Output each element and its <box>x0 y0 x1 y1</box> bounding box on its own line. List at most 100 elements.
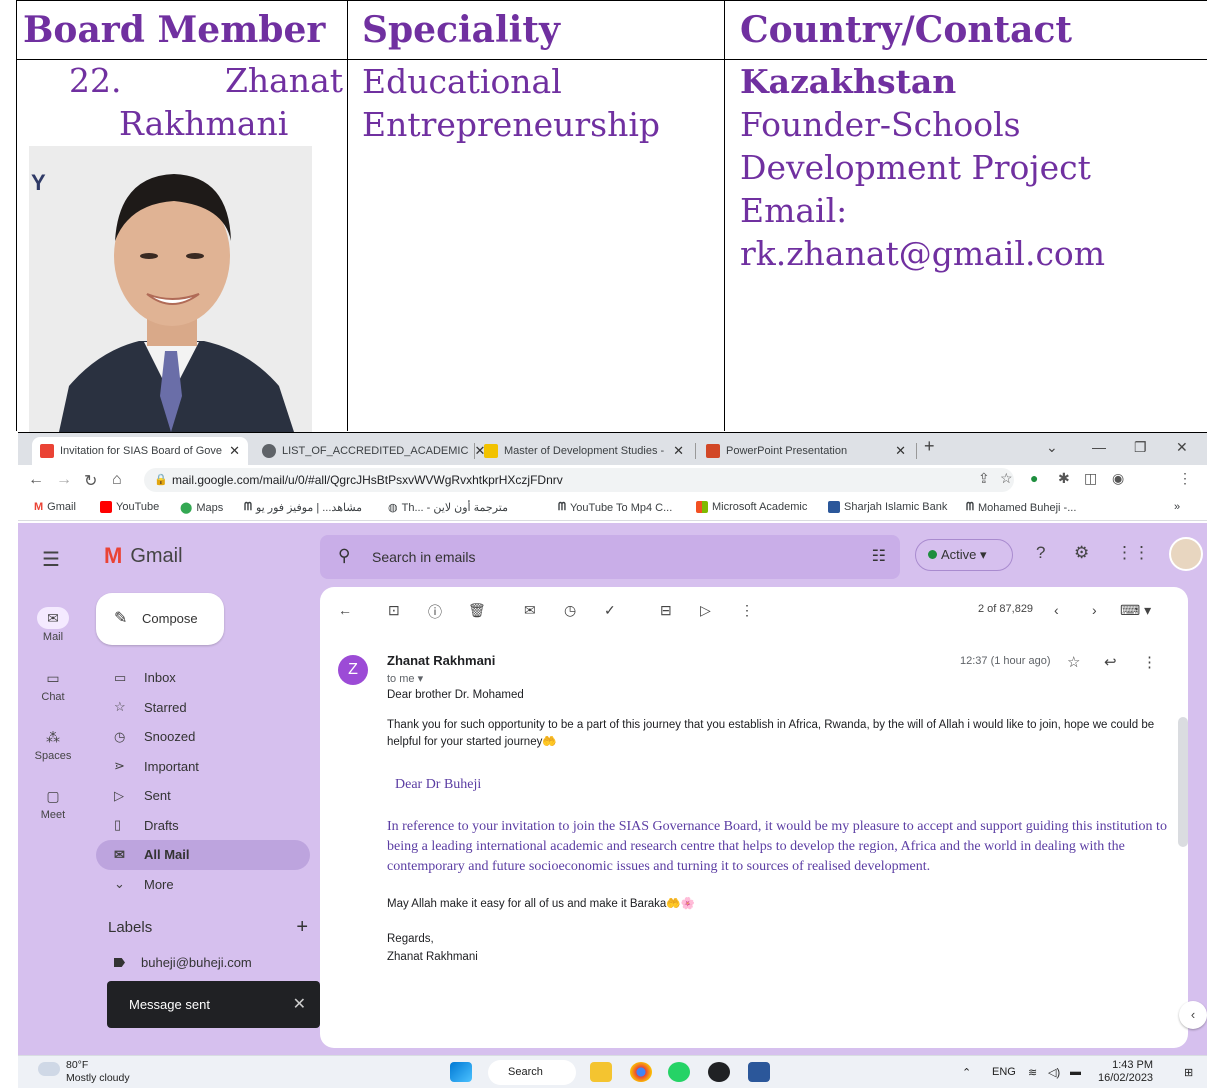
tab-gmail[interactable]: Invitation for SIAS Board of Gove ✕ <box>32 437 248 465</box>
nav-more[interactable]: ⌄ More <box>96 870 310 900</box>
add-label-icon[interactable]: + <box>296 916 308 939</box>
close-tab-icon[interactable]: ✕ <box>229 443 240 459</box>
back-arrow-icon[interactable]: ← <box>338 602 352 618</box>
battery-icon[interactable]: ▬ <box>1070 1066 1081 1078</box>
more-options-icon[interactable]: ⋮ <box>740 602 754 619</box>
recipient-details[interactable]: to me ▾ <box>387 672 423 685</box>
language-indicator[interactable]: ENG <box>992 1066 1016 1078</box>
rail-meet[interactable]: ▢ Meet <box>18 785 88 821</box>
bookmark-youtube[interactable]: YouTube <box>100 501 159 513</box>
extensions-icon[interactable]: ✱ <box>1058 470 1070 487</box>
volume-icon[interactable]: ◁) <box>1048 1066 1060 1079</box>
account-avatar[interactable] <box>1169 537 1203 571</box>
bookmark-mohamed-buheji[interactable]: ᗰ Mohamed Buheji -... <box>966 501 1076 514</box>
archive-icon[interactable]: ⊡ <box>388 602 400 619</box>
bookmark-maps[interactable]: ⬤ Maps <box>180 501 223 515</box>
label-buheji[interactable]: buheji@buheji.com <box>114 955 252 970</box>
clock[interactable]: 1:43 PM 16/02/2023 <box>1098 1059 1153 1085</box>
gmail-logo[interactable]: M Gmail <box>104 543 183 569</box>
report-spam-icon[interactable]: ⓘ <box>428 602 442 622</box>
file-explorer-icon[interactable] <box>590 1062 612 1082</box>
sender-avatar[interactable]: Z <box>338 655 368 685</box>
tab-accredited-list[interactable]: LIST_OF_ACCREDITED_ACADEMIC ✕ <box>254 437 485 465</box>
close-tab-icon[interactable]: ✕ <box>895 443 906 459</box>
add-task-icon[interactable]: ✓ <box>604 602 616 619</box>
apps-grid-icon[interactable]: ⋮⋮ <box>1116 543 1150 563</box>
maximize-button[interactable]: ❐ <box>1134 439 1147 456</box>
search-bar[interactable]: ⚲ Search in emails ☷ <box>320 535 900 579</box>
move-to-icon[interactable]: ⊟ <box>660 602 672 619</box>
chrome-icon[interactable] <box>630 1062 652 1082</box>
compose-button[interactable]: ✎ Compose <box>96 593 224 645</box>
bookmarks-overflow[interactable]: » <box>1174 501 1180 513</box>
media-player-icon[interactable] <box>708 1062 730 1082</box>
tab-master-development[interactable]: Master of Development Studies - ✕ <box>476 437 692 465</box>
rail-mail[interactable]: ✉ Mail <box>18 607 88 643</box>
status-selector[interactable]: Active ▾ <box>915 539 1013 571</box>
nav-drafts[interactable]: ▯ Drafts <box>96 811 310 841</box>
bookmark-star-icon[interactable]: ☆ <box>1000 470 1013 487</box>
label-icon[interactable]: ▷ <box>700 602 711 619</box>
url-field[interactable]: 🔒 mail.google.com/mail/u/0/#all/QgrcJHsB… <box>144 468 1014 492</box>
bookmark-youtube-mp4[interactable]: ᗰ YouTube To Mp4 C... <box>558 501 672 514</box>
nav-sent[interactable]: ▷ Sent <box>96 781 310 811</box>
reply-icon[interactable]: ↩ <box>1104 653 1117 671</box>
input-tools-icon[interactable]: ⌨ ▾ <box>1120 602 1151 619</box>
rail-chat[interactable]: ▭ Chat <box>18 667 88 703</box>
back-icon[interactable]: ← <box>28 471 44 489</box>
bookmark-sharjah-bank[interactable]: Sharjah Islamic Bank <box>828 501 947 513</box>
side-panel-icon[interactable]: ◫ <box>1084 470 1097 487</box>
share-icon[interactable]: ⇪ <box>978 470 990 487</box>
notifications-icon[interactable]: ⊞ <box>1184 1066 1193 1079</box>
close-tab-icon[interactable]: ✕ <box>673 443 684 459</box>
nav-all-mail[interactable]: ✉ All Mail <box>96 840 310 870</box>
search-options-icon[interactable]: ☷ <box>872 546 886 566</box>
snooze-icon[interactable]: ◷ <box>564 602 576 619</box>
tab-powerpoint[interactable]: PowerPoint Presentation ✕ <box>698 437 914 465</box>
nav-important[interactable]: ⋗ Important <box>96 752 310 782</box>
bookmark-microsoft-academic[interactable]: Microsoft Academic <box>696 501 807 513</box>
home-icon[interactable]: ⌂ <box>112 471 122 489</box>
rail-spaces[interactable]: ⁂ Spaces <box>18 726 88 762</box>
search-icon[interactable]: ⚲ <box>338 546 350 566</box>
sender-name[interactable]: Zhanat Rakhmani <box>387 653 495 668</box>
reload-icon[interactable]: ↻ <box>84 471 97 491</box>
chrome-menu-icon[interactable]: ⋮ <box>1178 470 1192 487</box>
nav-inbox[interactable]: ▭ Inbox <box>96 663 310 693</box>
tray-overflow-icon[interactable]: ⌃ <box>962 1066 971 1079</box>
bookmark-translated[interactable]: ◍ Th... - مترجمة أون لاين <box>388 501 508 514</box>
older-icon[interactable]: › <box>1092 602 1097 618</box>
paragraph-2: May Allah make it easy for all of us and… <box>387 898 695 910</box>
new-tab-button[interactable]: + <box>924 436 935 457</box>
main-menu-icon[interactable]: ☰ <box>42 547 60 572</box>
forward-icon[interactable]: → <box>56 471 72 489</box>
newer-icon[interactable]: ‹ <box>1054 602 1059 618</box>
wifi-icon[interactable]: ≋ <box>1028 1066 1037 1079</box>
nav-snoozed[interactable]: ◷ Snoozed <box>96 722 310 752</box>
delete-icon[interactable]: 🗑 <box>468 602 486 619</box>
weather-widget[interactable]: 80°F Mostly cloudy <box>38 1059 130 1085</box>
close-icon[interactable]: ✕ <box>293 981 306 1028</box>
start-icon[interactable] <box>450 1062 472 1082</box>
mark-unread-icon[interactable]: ✉ <box>524 602 536 619</box>
help-icon[interactable]: ? <box>1036 543 1045 563</box>
windows-taskbar: 80°F Mostly cloudy Search ⌃ ENG ≋ ◁) ▬ 1… <box>18 1055 1207 1088</box>
profile-icon[interactable]: ◉ <box>1112 470 1124 487</box>
side-panel-toggle[interactable]: ‹ <box>1179 1001 1207 1029</box>
close-window-button[interactable]: ✕ <box>1176 439 1188 456</box>
star-icon[interactable]: ☆ <box>1067 653 1080 671</box>
search-input[interactable]: Search in emails <box>372 549 476 565</box>
whatsapp-icon[interactable] <box>668 1062 690 1082</box>
bookmark-gmail[interactable]: M Gmail <box>34 501 76 513</box>
scrollbar[interactable] <box>1178 717 1188 847</box>
bookmark-movies[interactable]: ᗰ مشاهد... | موفيز فور يو <box>244 501 362 514</box>
taskbar-search[interactable]: Search <box>488 1060 576 1085</box>
settings-gear-icon[interactable]: ⚙ <box>1074 543 1089 563</box>
status-label: Active <box>941 547 977 562</box>
word-icon[interactable] <box>748 1062 770 1082</box>
nav-starred[interactable]: ☆ Starred <box>96 693 310 723</box>
more-actions-icon[interactable]: ⋮ <box>1142 653 1157 671</box>
grammarly-icon[interactable]: ● <box>1030 470 1038 486</box>
tab-search-icon[interactable]: ⌄ <box>1046 439 1058 456</box>
minimize-button[interactable]: — <box>1092 439 1106 455</box>
